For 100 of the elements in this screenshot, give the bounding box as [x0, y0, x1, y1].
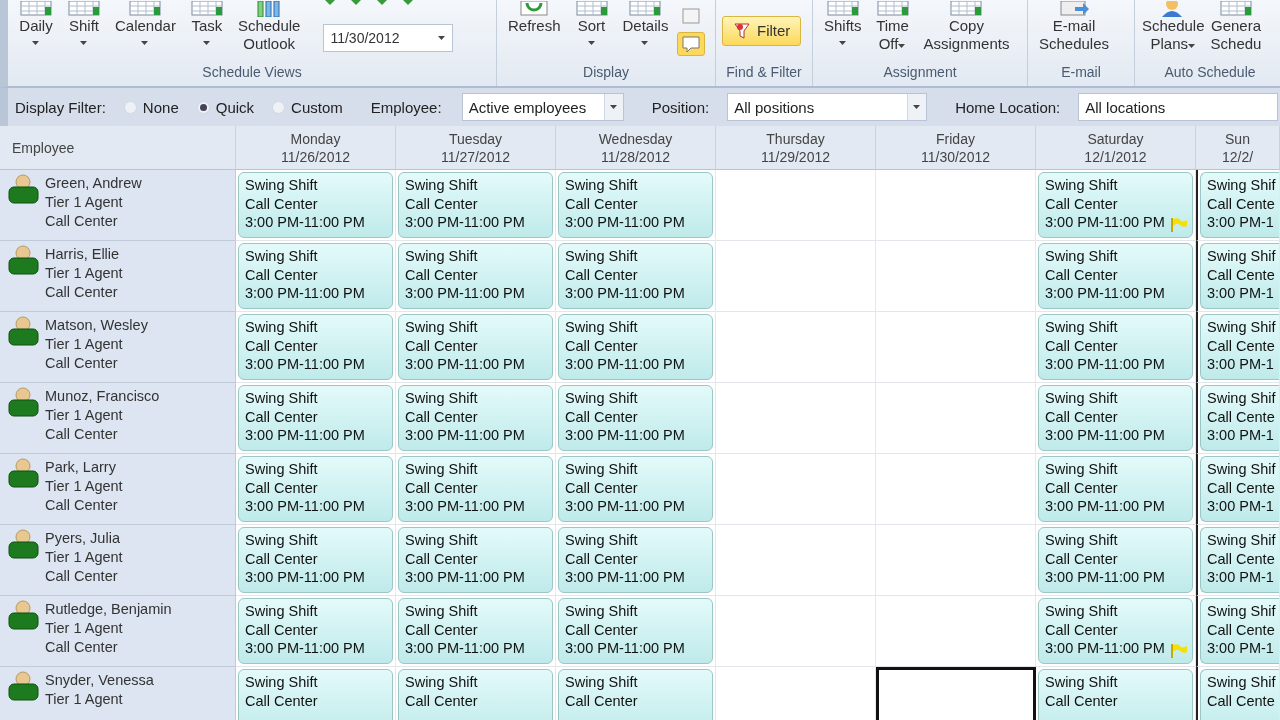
- shift-location: Call Center: [245, 691, 319, 710]
- shift-time: 3:00 PM-11:00 PM: [565, 355, 686, 374]
- radio-option[interactable]: Quick: [196, 98, 255, 116]
- shift-location: Call Center: [565, 691, 639, 710]
- shift-time: 3:00 PM-1: [1207, 213, 1273, 232]
- shift-name: Swing Shift: [405, 176, 479, 195]
- shift-name: Swing Shift: [405, 673, 479, 692]
- radio-option[interactable]: None: [123, 98, 179, 116]
- schedule-cell[interactable]: [716, 241, 876, 312]
- shift-location: Call Cente: [1207, 194, 1273, 213]
- shift-time: 3:00 PM-11:00 PM: [1045, 639, 1166, 658]
- ribbon-button[interactable]: Task: [184, 0, 229, 62]
- schedule-cell[interactable]: [876, 383, 1036, 454]
- date-field[interactable]: 11/30/2012: [323, 24, 454, 52]
- employee-position: Tier 1 Agent: [45, 477, 123, 496]
- shift-time: 3:00 PM-11:00 PM: [245, 284, 366, 303]
- shift-time: 3:00 PM-11:00 PM: [565, 568, 686, 587]
- arrow-icon[interactable]: [323, 0, 338, 6]
- ribbon-button[interactable]: Shifts: [819, 0, 867, 62]
- ribbon-button[interactable]: Genera Schedu: [1207, 0, 1265, 62]
- schedule-cell[interactable]: [716, 454, 876, 525]
- shift-location: Call Cente: [1207, 549, 1273, 568]
- shift-name: Swing Shift: [405, 531, 479, 550]
- ribbon-button[interactable]: E-mail Schedules: [1034, 0, 1115, 62]
- shift-location: Call Center: [405, 620, 479, 639]
- dropdown-field[interactable]: All locations: [1078, 93, 1279, 121]
- shift-location: Call Center: [1045, 407, 1119, 426]
- caret-icon: [609, 104, 618, 110]
- employee-position: Tier 1 Agent: [45, 690, 124, 709]
- radio-button[interactable]: [272, 100, 286, 114]
- ribbon-button[interactable]: Time Off: [870, 0, 915, 62]
- ribbon-button[interactable]: Refresh: [503, 0, 566, 62]
- schedule-cell[interactable]: [716, 596, 876, 667]
- shift-time: 3:00 PM-11:00 PM: [1045, 213, 1166, 232]
- shift-location: Call Cente: [1207, 407, 1273, 426]
- shift-location: Call Center: [565, 265, 639, 284]
- employee-position: Tier 1 Agent: [45, 406, 124, 425]
- shift-name: Swing Shift: [565, 389, 639, 408]
- field-label: Employee:: [370, 98, 442, 116]
- dropdown-field[interactable]: All positions: [727, 93, 928, 121]
- employee-position: Tier 1 Agent: [45, 335, 124, 354]
- person-icon: [8, 671, 39, 701]
- employee-position: Tier 1 Agent: [45, 548, 123, 567]
- group-label: Schedule Views: [201, 64, 303, 82]
- arrow-icon[interactable]: [401, 0, 416, 6]
- schedule-cell[interactable]: [716, 525, 876, 596]
- shift-name: Swing Shift: [245, 460, 319, 479]
- ribbon-button[interactable]: Filter: [722, 16, 802, 46]
- shift-time: 3:00 PM-11:00 PM: [245, 355, 366, 374]
- ribbon-button[interactable]: Schedule Outlook: [232, 0, 306, 62]
- shift-name: Swing Shift: [1045, 389, 1119, 408]
- column-header: Employee: [0, 126, 236, 170]
- note-button[interactable]: [677, 32, 706, 56]
- ribbon-button[interactable]: Shift: [62, 0, 106, 62]
- shift-location: Call Center: [565, 194, 639, 213]
- shift-name: Swing Shift: [565, 460, 639, 479]
- person-icon: [8, 316, 39, 346]
- ribbon-button[interactable]: Daily: [14, 0, 58, 62]
- shift-time: 3:00 PM-11:00 PM: [245, 568, 366, 587]
- shift-time: 3:00 PM-11:00 PM: [405, 213, 526, 232]
- schedule-cell[interactable]: [876, 525, 1036, 596]
- schedule-cell[interactable]: [876, 596, 1036, 667]
- group-label: Auto Schedule: [1163, 64, 1257, 82]
- dropdown-field[interactable]: Active employees: [461, 93, 624, 121]
- radio-button[interactable]: [196, 100, 210, 114]
- shift-location: Call Center: [405, 407, 479, 426]
- ribbon-button[interactable]: Sort: [569, 0, 614, 62]
- schedule-cell[interactable]: [716, 312, 876, 383]
- radio-option[interactable]: Custom: [272, 98, 343, 116]
- schedule-cell[interactable]: [876, 312, 1036, 383]
- shift-location: Call Center: [1045, 620, 1119, 639]
- shift-name: Swing Shift: [565, 247, 639, 266]
- employee-location: Call Center: [45, 496, 119, 515]
- radio-button[interactable]: [123, 100, 137, 114]
- shift-name: Swing Shift: [245, 673, 319, 692]
- shift-name: Swing Shift: [405, 318, 479, 337]
- schedule-cell[interactable]: [716, 170, 876, 241]
- shift-name: Swing Shift: [1045, 531, 1119, 550]
- ribbon-button[interactable]: Schedule Plans: [1139, 0, 1208, 62]
- arrow-icon[interactable]: [349, 0, 364, 6]
- caret-icon: [438, 35, 447, 41]
- schedule-cell[interactable]: [876, 454, 1036, 525]
- ribbon-button[interactable]: Copy Assignments: [918, 0, 1015, 62]
- ribbon-button[interactable]: Details: [617, 0, 674, 62]
- schedule-cell[interactable]: [876, 170, 1036, 241]
- day-header: Wednesday 11/28/2012: [556, 126, 716, 170]
- schedule-cell[interactable]: [876, 241, 1036, 312]
- employee-position: Tier 1 Agent: [45, 264, 123, 283]
- arrow-icon[interactable]: [375, 0, 390, 6]
- schedule-cell[interactable]: [876, 667, 1036, 720]
- shift-time: 3:00 PM-11:00 PM: [245, 497, 366, 516]
- shift-time: 3:00 PM-1: [1207, 497, 1273, 516]
- email-icon: [1057, 1, 1092, 17]
- person-icon: [8, 600, 39, 630]
- ribbon-button[interactable]: Calendar: [110, 0, 181, 62]
- schedule-cell[interactable]: [716, 383, 876, 454]
- shift-name: Swing Shift: [1045, 460, 1119, 479]
- shift-location: Call Center: [245, 336, 319, 355]
- shift-time: 3:00 PM-1: [1207, 355, 1273, 374]
- shift-location: Call Center: [1045, 549, 1119, 568]
